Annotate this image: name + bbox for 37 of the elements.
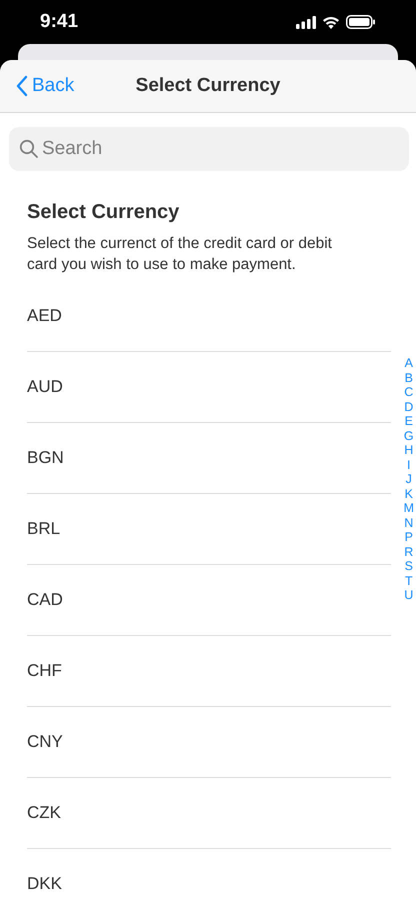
index-letter[interactable]: H [404, 443, 414, 458]
index-letter[interactable]: N [404, 516, 414, 530]
index-letter[interactable]: J [406, 472, 412, 486]
index-letter[interactable]: R [404, 544, 414, 559]
index-letter[interactable]: M [404, 501, 414, 516]
chevron-left-icon [16, 75, 28, 97]
currency-row[interactable]: CZK [27, 778, 391, 849]
currency-row[interactable]: BRL [27, 494, 391, 565]
index-letter[interactable]: U [404, 588, 414, 602]
index-letter[interactable]: T [404, 574, 413, 588]
search-icon [19, 139, 39, 159]
currency-row[interactable]: AUD [27, 352, 391, 423]
currency-row[interactable]: CNY [27, 707, 391, 778]
wifi-icon [322, 16, 340, 28]
screen-title: Select Currency [136, 75, 280, 97]
index-letter[interactable]: E [404, 414, 413, 428]
description-text: Select the currenct of the credit card or debit card you wish to use to make payment. [27, 234, 333, 275]
index-letter[interactable]: G [404, 428, 414, 443]
back-button[interactable]: Back [16, 75, 74, 97]
index-letter[interactable]: P [404, 530, 413, 544]
index-letter[interactable]: K [404, 486, 413, 501]
currency-row[interactable]: BGN [27, 423, 391, 494]
index-letter[interactable]: C [404, 385, 414, 400]
status-time: 9:41 [40, 11, 78, 33]
search-field[interactable]: Search [9, 127, 409, 171]
index-letter[interactable]: B [404, 370, 413, 385]
currency-row[interactable]: AED [27, 281, 391, 352]
index-letter[interactable]: S [404, 559, 413, 574]
index-letter[interactable]: D [404, 400, 414, 414]
signal-icon [296, 16, 316, 28]
currency-row[interactable]: DKK [27, 849, 391, 900]
currency-row[interactable]: CHF [27, 636, 391, 707]
battery-icon [346, 15, 376, 29]
currency-row[interactable]: CAD [27, 565, 391, 636]
index-letter[interactable]: I [407, 458, 411, 472]
index-letter[interactable]: A [404, 356, 413, 370]
section-heading: Select Currency [27, 201, 180, 224]
